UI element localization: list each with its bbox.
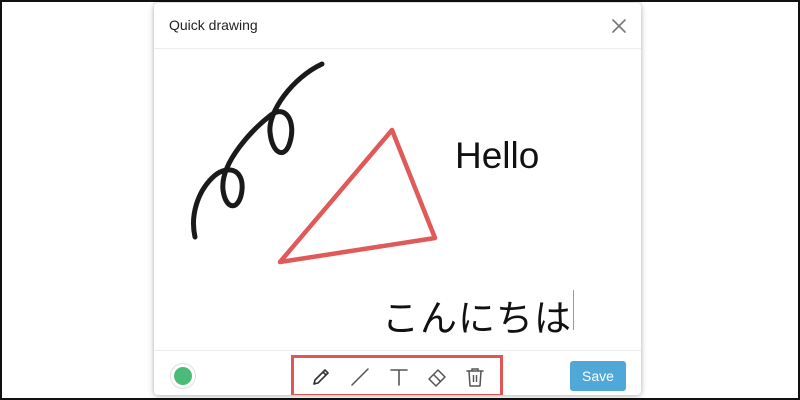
drawing-canvas[interactable]: Hello こんにちは — [154, 50, 641, 350]
toolbar: Save — [154, 350, 641, 395]
quick-drawing-dialog: Quick drawing Hello こんにちは Save — [154, 3, 641, 395]
line-icon[interactable] — [349, 366, 371, 388]
scribble-stroke — [191, 61, 325, 240]
triangle-shape — [277, 127, 438, 265]
eraser-icon[interactable] — [426, 366, 448, 388]
pencil-icon[interactable] — [310, 366, 332, 388]
drawing-tools-group — [291, 355, 503, 395]
dialog-title: Quick drawing — [169, 17, 258, 33]
current-color-dot — [174, 367, 192, 385]
trash-icon[interactable] — [464, 366, 486, 388]
canvas-text-japanese[interactable]: こんにちは — [382, 288, 572, 342]
close-icon[interactable] — [611, 18, 627, 34]
text-caret — [573, 290, 574, 330]
dialog-header: Quick drawing — [154, 3, 641, 49]
color-picker-button[interactable] — [170, 363, 196, 389]
canvas-text-hello[interactable]: Hello — [455, 135, 539, 177]
text-icon[interactable] — [388, 366, 410, 388]
save-button[interactable]: Save — [570, 361, 626, 391]
